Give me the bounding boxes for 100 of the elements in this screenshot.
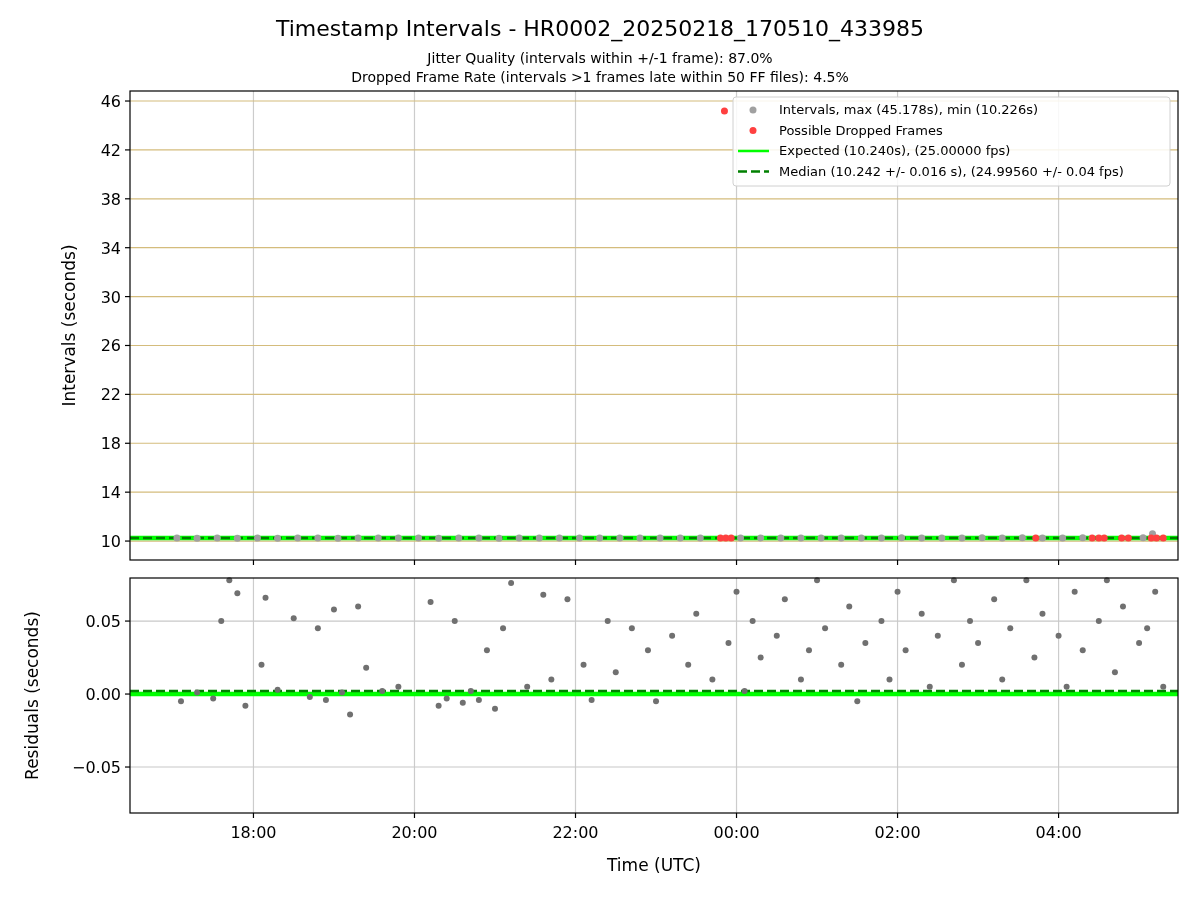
data-point	[306, 693, 313, 700]
legend-marker	[738, 149, 769, 153]
data-point	[991, 596, 998, 603]
data-point	[455, 534, 463, 542]
data-point	[958, 534, 966, 542]
data-point	[193, 534, 201, 542]
data-point	[894, 588, 901, 595]
tick-label: 18:00	[230, 823, 277, 842]
data-point	[242, 702, 249, 709]
data-point	[676, 534, 684, 542]
data-point	[669, 632, 676, 639]
figure-subtitle: Jitter Quality (intervals within +/-1 frame): 87.0%	[427, 50, 773, 66]
data-point	[1039, 610, 1046, 617]
data-point	[233, 534, 241, 542]
data-point	[918, 534, 926, 542]
data-point	[604, 618, 611, 625]
data-point	[427, 599, 434, 606]
data-point	[878, 618, 885, 625]
data-point	[757, 534, 765, 542]
data-point	[814, 577, 821, 584]
data-point	[720, 107, 728, 115]
tick-label: 04:00	[1035, 823, 1082, 842]
data-point	[685, 661, 692, 668]
data-point	[797, 534, 805, 542]
data-point	[213, 534, 221, 542]
data-point	[1007, 625, 1014, 632]
data-point	[194, 689, 201, 696]
data-point	[777, 534, 785, 542]
data-point	[1136, 639, 1143, 646]
axis-label: Residuals (seconds)	[22, 611, 42, 780]
data-point	[1111, 669, 1118, 676]
data-point	[1059, 534, 1067, 542]
tick-label: 0.00	[85, 685, 121, 705]
legend-marker	[738, 170, 769, 173]
data-point	[1120, 603, 1126, 610]
data-point	[576, 534, 584, 542]
data-point	[737, 534, 745, 542]
legend-label: Possible Dropped Frames	[779, 122, 943, 138]
data-point	[846, 603, 853, 610]
data-point	[854, 698, 861, 705]
data-point	[500, 625, 507, 632]
data-point	[178, 698, 184, 705]
data-point	[262, 594, 269, 601]
data-point	[781, 596, 788, 603]
data-point	[1160, 683, 1167, 690]
data-point	[938, 534, 946, 542]
data-point	[254, 534, 261, 542]
tick-label: 18	[100, 434, 121, 454]
data-point	[817, 534, 825, 542]
data-point	[330, 606, 337, 613]
data-point	[540, 591, 547, 598]
data-point	[857, 534, 865, 542]
data-point	[515, 534, 523, 542]
data-point	[862, 639, 869, 646]
legend-marker	[749, 106, 757, 114]
data-point	[415, 534, 422, 542]
data-point	[616, 534, 624, 542]
data-point	[483, 647, 490, 654]
tick-label: 02:00	[874, 823, 921, 842]
tick-label: 10	[100, 532, 121, 552]
figure-title: Timestamp Intervals - HR0002_20250218_170510_433985	[275, 16, 925, 41]
data-point	[334, 534, 342, 542]
data-point	[709, 676, 716, 683]
data-point	[1018, 534, 1026, 542]
data-point	[363, 664, 370, 671]
data-point	[837, 534, 845, 542]
data-point	[379, 688, 386, 695]
data-point	[628, 625, 635, 632]
data-point	[898, 534, 906, 542]
data-point	[274, 686, 281, 693]
data-point	[347, 711, 354, 718]
legend-marker	[749, 127, 757, 134]
tick-label: 38	[100, 189, 121, 209]
data-point	[274, 534, 282, 542]
data-point	[902, 647, 909, 654]
data-point	[535, 534, 543, 542]
data-point	[978, 534, 986, 542]
data-point	[322, 696, 329, 703]
data-point	[374, 534, 382, 542]
legend-label: Expected (10.240s), (25.00000 fps)	[779, 143, 1011, 158]
data-point	[495, 534, 503, 542]
tick-label: 26	[100, 336, 121, 356]
data-point	[294, 534, 302, 542]
data-point	[877, 534, 885, 542]
data-point	[1103, 577, 1110, 584]
data-point	[950, 577, 957, 584]
tick-label: 22	[100, 385, 121, 405]
data-point	[548, 676, 555, 683]
data-point	[290, 615, 297, 622]
data-point	[173, 534, 181, 542]
data-point	[644, 647, 651, 654]
data-point	[339, 689, 345, 696]
data-point	[806, 647, 812, 654]
data-point	[999, 676, 1006, 683]
data-point	[773, 632, 780, 639]
data-point	[934, 632, 941, 639]
data-point	[741, 688, 748, 695]
data-point	[555, 534, 563, 542]
data-point	[314, 534, 322, 542]
tick-label: 34	[100, 238, 121, 258]
